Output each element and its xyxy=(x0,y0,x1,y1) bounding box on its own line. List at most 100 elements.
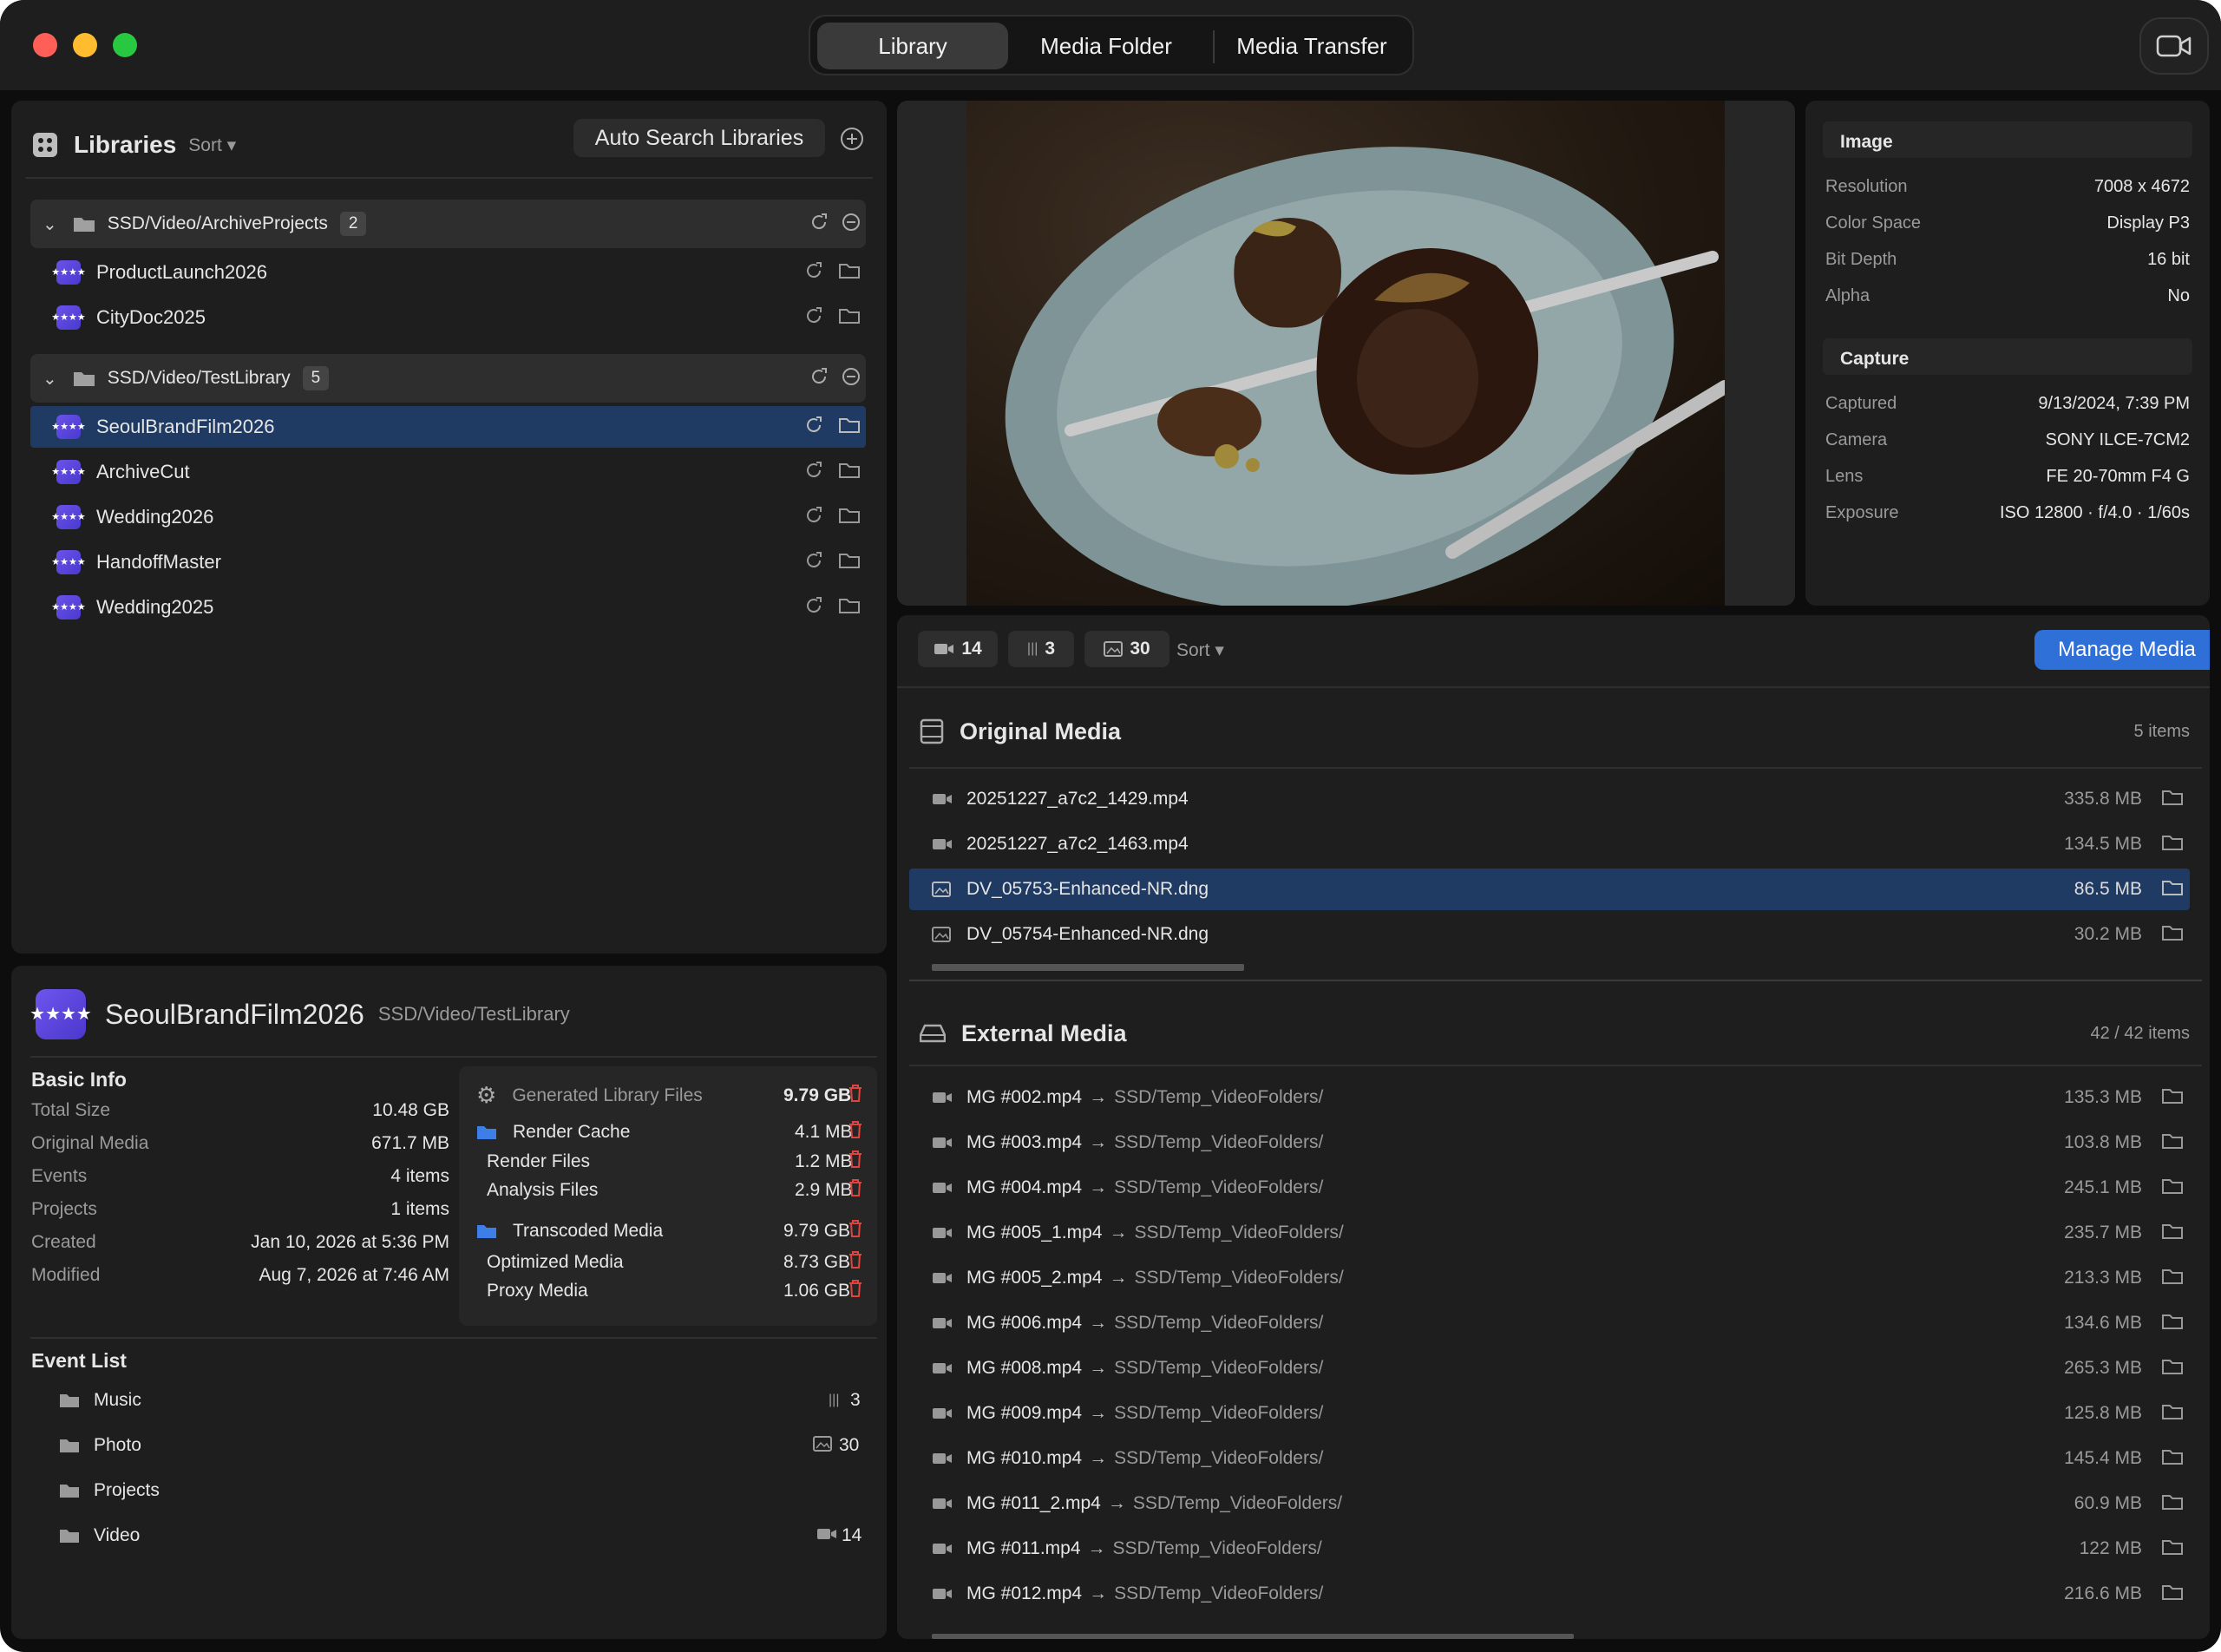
image-filter-button[interactable]: 30 xyxy=(1084,631,1169,667)
folder-icon[interactable] xyxy=(2162,1538,2183,1560)
trash-icon[interactable] xyxy=(848,1250,863,1275)
event-row[interactable]: Photo 30 xyxy=(30,1425,863,1466)
tab-media-folder[interactable]: Media Folder xyxy=(1012,23,1201,69)
refresh-icon[interactable] xyxy=(804,261,823,285)
info-label: Original Media xyxy=(31,1133,149,1153)
folder-icon[interactable] xyxy=(839,262,860,284)
folder-icon[interactable] xyxy=(2162,1493,2183,1515)
library-item[interactable]: ★★★★ ProductLaunch2026 xyxy=(30,252,866,293)
media-row[interactable]: MG #003.mp4 → SSD/Temp_VideoFolders/103.8 … xyxy=(909,1122,2190,1164)
media-row[interactable]: MG #005_1.mp4 → SSD/Temp_VideoFolders/235.… xyxy=(909,1212,2190,1254)
media-file-size: 103.8 MB xyxy=(2064,1132,2142,1152)
media-row[interactable]: MG #002.mp4 → SSD/Temp_VideoFolders/135.3 … xyxy=(909,1077,2190,1118)
library-item[interactable]: ★★★★ HandoffMaster xyxy=(30,541,866,583)
manage-media-button[interactable]: Manage Media xyxy=(2034,630,2210,670)
trash-icon[interactable] xyxy=(848,1178,863,1203)
refresh-icon[interactable] xyxy=(804,416,823,439)
library-group-header[interactable]: ⌄ SSD/Video/ArchiveProjects 2 xyxy=(30,200,866,248)
media-row[interactable]: MG #008.mp4 → SSD/Temp_VideoFolders/265.3 … xyxy=(909,1347,2190,1389)
media-row[interactable]: MG #012.mp4 → SSD/Temp_VideoFolders/216.6 … xyxy=(909,1573,2190,1615)
folder-icon[interactable] xyxy=(2162,1177,2183,1199)
camera-button[interactable] xyxy=(2139,17,2209,75)
add-library-button[interactable] xyxy=(840,127,864,151)
zoom-window-button[interactable] xyxy=(113,33,137,57)
info-value: FE 20-70mm F4 G xyxy=(2046,467,2190,486)
library-item[interactable]: ★★★★ Wedding2025 xyxy=(30,587,866,628)
event-name: Video xyxy=(94,1525,141,1545)
folder-icon[interactable] xyxy=(2162,1223,2183,1244)
media-row[interactable]: DV_05754-Enhanced-NR.dng 30.2 MB xyxy=(909,914,2190,955)
folder-icon[interactable] xyxy=(2162,879,2183,901)
refresh-icon[interactable] xyxy=(809,367,829,390)
folder-icon[interactable] xyxy=(2162,789,2183,810)
folder-icon[interactable] xyxy=(2162,924,2183,946)
media-row[interactable]: MG #009.mp4 → SSD/Temp_VideoFolders/125.8 … xyxy=(909,1393,2190,1434)
folder-icon[interactable] xyxy=(2162,1448,2183,1470)
chevron-down-icon[interactable]: ⌄ xyxy=(43,368,57,390)
folder-icon[interactable] xyxy=(2162,1087,2183,1109)
library-item[interactable]: ★★★★ CityDoc2025 xyxy=(30,297,866,338)
folder-icon[interactable] xyxy=(839,552,860,574)
media-file-size: 245.1 MB xyxy=(2064,1177,2142,1197)
media-row[interactable]: 20251227_a7c2_1429.mp4 335.8 MB xyxy=(909,778,2190,820)
folder-icon[interactable] xyxy=(2162,1132,2183,1154)
folder-icon[interactable] xyxy=(2162,1268,2183,1289)
library-group-header[interactable]: ⌄ SSD/Video/TestLibrary 5 xyxy=(30,354,866,403)
tab-media-transfer[interactable]: Media Transfer xyxy=(1218,23,1405,69)
event-row[interactable]: Projects xyxy=(30,1470,863,1511)
waveform-icon: ||| xyxy=(1026,641,1038,656)
trash-icon[interactable] xyxy=(848,1084,863,1108)
auto-search-libraries-button[interactable]: Auto Search Libraries xyxy=(573,119,825,157)
proxy-value: 1.06 GB xyxy=(783,1281,851,1301)
folder-icon[interactable] xyxy=(839,507,860,528)
trash-icon[interactable] xyxy=(848,1219,863,1243)
refresh-icon[interactable] xyxy=(804,461,823,484)
trash-icon[interactable] xyxy=(848,1150,863,1174)
folder-icon[interactable] xyxy=(839,307,860,329)
remove-group-icon[interactable] xyxy=(842,213,861,236)
minimize-window-button[interactable] xyxy=(73,33,97,57)
audio-filter-button[interactable]: ||| 3 xyxy=(1008,631,1074,667)
close-window-button[interactable] xyxy=(33,33,57,57)
folder-icon[interactable] xyxy=(2162,1358,2183,1380)
event-list-title: Event List xyxy=(31,1349,127,1372)
video-filter-button[interactable]: 14 xyxy=(918,631,998,667)
divider xyxy=(909,1065,2202,1066)
refresh-icon[interactable] xyxy=(804,551,823,574)
refresh-icon[interactable] xyxy=(804,506,823,529)
folder-icon[interactable] xyxy=(839,597,860,619)
folder-icon[interactable] xyxy=(2162,834,2183,856)
folder-icon[interactable] xyxy=(839,416,860,438)
chevron-down-icon[interactable]: ⌄ xyxy=(43,213,57,235)
folder-icon[interactable] xyxy=(2162,1583,2183,1605)
event-row[interactable]: Video 14 xyxy=(30,1515,863,1557)
photo-icon xyxy=(813,1435,832,1456)
library-item[interactable]: ★★★★ Wedding2026 xyxy=(30,496,866,538)
external-media-count: 42 / 42 items xyxy=(2090,1023,2190,1043)
trash-icon[interactable] xyxy=(848,1279,863,1303)
media-row[interactable]: MG #010.mp4 → SSD/Temp_VideoFolders/145.4 … xyxy=(909,1438,2190,1479)
media-sort[interactable]: Sort ▾ xyxy=(1176,639,1224,661)
library-item-selected[interactable]: ★★★★ SeoulBrandFilm2026 xyxy=(30,406,866,448)
folder-icon[interactable] xyxy=(839,462,860,483)
folder-icon[interactable] xyxy=(2162,1403,2183,1425)
refresh-icon[interactable] xyxy=(809,213,829,236)
media-row[interactable]: MG #011_2.mp4 → SSD/Temp_VideoFolders/60.9… xyxy=(909,1483,2190,1524)
divider xyxy=(25,177,873,179)
divider xyxy=(897,686,2210,688)
media-row[interactable]: MG #011.mp4 → SSD/Temp_VideoFolders/122 MB xyxy=(909,1528,2190,1570)
media-row[interactable]: MG #006.mp4 → SSD/Temp_VideoFolders/134.6 … xyxy=(909,1302,2190,1344)
media-row-selected[interactable]: DV_05753-Enhanced-NR.dng 86.5 MB xyxy=(909,869,2190,910)
event-row[interactable]: Music ||| 3 xyxy=(30,1380,863,1421)
refresh-icon[interactable] xyxy=(804,596,823,620)
tab-library[interactable]: Library xyxy=(817,23,1008,69)
media-row[interactable]: MG #004.mp4 → SSD/Temp_VideoFolders/245.1 … xyxy=(909,1167,2190,1209)
library-item[interactable]: ★★★★ ArchiveCut xyxy=(30,451,866,493)
media-row[interactable]: MG #005_2.mp4 → SSD/Temp_VideoFolders/213.… xyxy=(909,1257,2190,1299)
refresh-icon[interactable] xyxy=(804,306,823,330)
trash-icon[interactable] xyxy=(848,1120,863,1144)
libraries-sort[interactable]: Sort ▾ xyxy=(188,134,236,156)
media-row[interactable]: 20251227_a7c2_1463.mp4 134.5 MB xyxy=(909,823,2190,865)
remove-group-icon[interactable] xyxy=(842,367,861,390)
folder-icon[interactable] xyxy=(2162,1313,2183,1334)
